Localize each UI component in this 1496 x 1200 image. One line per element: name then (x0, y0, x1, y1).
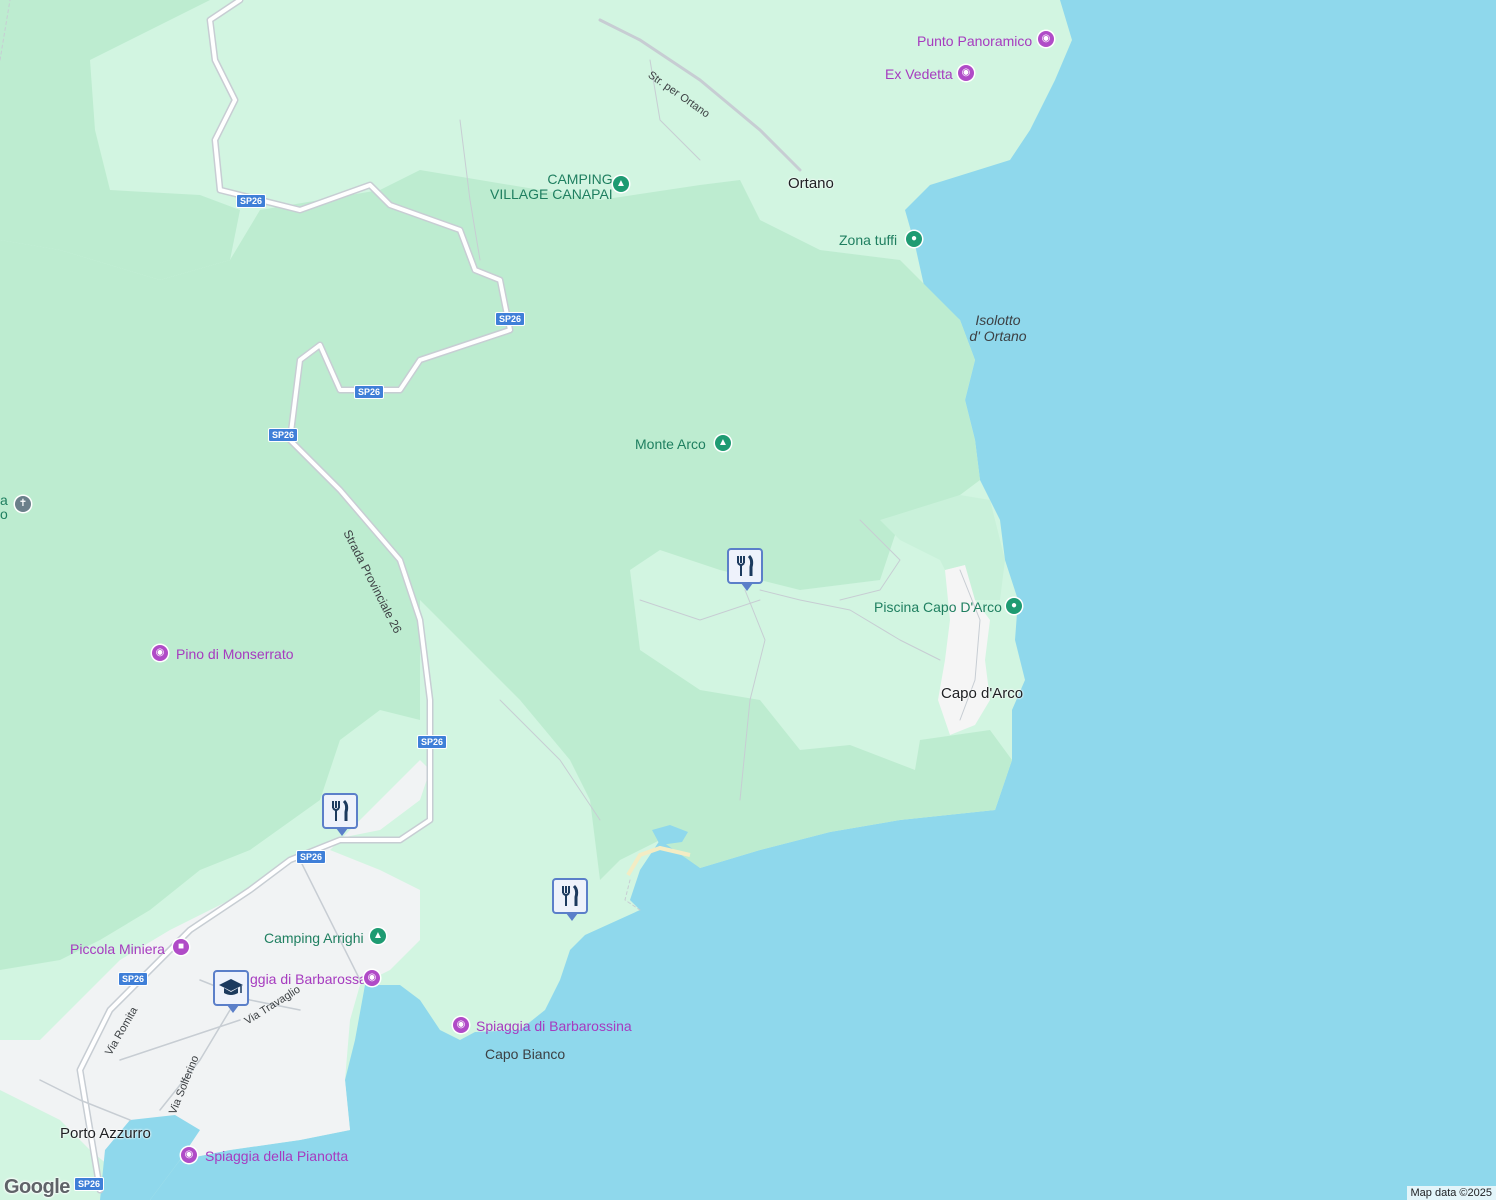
poi-label-monte-arco[interactable]: Monte Arco (635, 437, 706, 451)
tent-icon[interactable]: ▲ (370, 928, 386, 944)
restaurant-marker[interactable] (322, 793, 358, 836)
graduation-cap-icon (219, 979, 243, 995)
restaurant-marker[interactable] (727, 548, 763, 591)
fork-knife-icon (737, 554, 754, 576)
road-shield: SP26 (74, 1177, 105, 1191)
pin-icon[interactable]: ● (906, 231, 922, 247)
pin-icon[interactable]: ● (1006, 598, 1022, 614)
place-label-capo-darco: Capo d'Arco (941, 685, 1024, 702)
poi-label-piscina[interactable]: Piscina Capo D'Arco (874, 600, 1002, 614)
camera-icon[interactable]: ◉ (958, 65, 974, 81)
camera-icon[interactable]: ◉ (364, 970, 380, 986)
camera-icon[interactable]: ◉ (1038, 31, 1054, 47)
island-label-line: Isolotto (975, 312, 1021, 328)
poi-label-piccola-miniera[interactable]: Piccola Miniera (70, 942, 165, 956)
map-attribution[interactable]: Map data ©2025 (1406, 1186, 1496, 1200)
tent-icon[interactable]: ▲ (613, 176, 629, 192)
island-label-line: d' Ortano (969, 328, 1027, 344)
poi-label-zona-tuffi[interactable]: Zona tuffi (839, 233, 897, 247)
poi-label-spiaggia-pianotta[interactable]: Spiaggia della Pianotta (205, 1149, 348, 1163)
poi-label-pino-monserrato[interactable]: Pino di Monserrato (176, 647, 294, 661)
poi-label-ex-vedetta[interactable]: Ex Vedetta (885, 67, 953, 81)
tree-icon[interactable]: ▲ (715, 435, 731, 451)
poi-label-camping-canapai[interactable]: CAMPING VILLAGE CANAPAI (490, 172, 613, 202)
place-label-porto-azzurro: Porto Azzurro (60, 1125, 151, 1142)
road-shield: SP26 (296, 850, 327, 864)
road-shield: SP26 (268, 428, 299, 442)
restaurant-marker[interactable] (552, 878, 588, 921)
poi-label-edge: a (0, 492, 8, 508)
road-shield: SP26 (236, 194, 267, 208)
road-shield: SP26 (118, 972, 149, 986)
road-shield: SP26 (417, 735, 448, 749)
place-label-ortano: Ortano (788, 175, 834, 192)
school-marker[interactable] (213, 970, 249, 1013)
camera-icon[interactable]: ◉ (181, 1147, 197, 1163)
poi-label-edge: o (0, 506, 8, 522)
poi-label-line: CAMPING (547, 171, 613, 187)
fork-knife-icon (562, 884, 579, 906)
map-base-layer (0, 0, 1072, 1200)
poi-label-spiaggia-barbarossa[interactable]: ggia di Barbarossa (250, 972, 367, 986)
camera-icon[interactable]: ◉ (453, 1017, 469, 1033)
fork-knife-icon (332, 799, 349, 821)
road-shield: SP26 (354, 385, 385, 399)
poi-label-camping-arrighi[interactable]: Camping Arrighi (264, 931, 364, 945)
google-logo: Google (4, 1176, 70, 1198)
poi-label-punto-panoramico[interactable]: Punto Panoramico (917, 34, 1032, 48)
church-icon[interactable]: ✝ (15, 496, 31, 512)
poi-label-line: VILLAGE CANAPAI (490, 186, 613, 202)
poi-label-spiaggia-barbarossina[interactable]: Spiaggia di Barbarossina (476, 1019, 632, 1033)
camera-icon[interactable]: ◉ (152, 645, 168, 661)
island-label-isolotto: Isolotto d' Ortano (963, 312, 1033, 344)
map-canvas[interactable]: SP26 SP26 SP26 SP26 SP26 SP26 SP26 SP26 … (0, 0, 1496, 1200)
place-label-capo-bianco: Capo Bianco (485, 1046, 566, 1062)
museum-icon[interactable]: ■ (173, 939, 189, 955)
road-shield: SP26 (495, 312, 526, 326)
